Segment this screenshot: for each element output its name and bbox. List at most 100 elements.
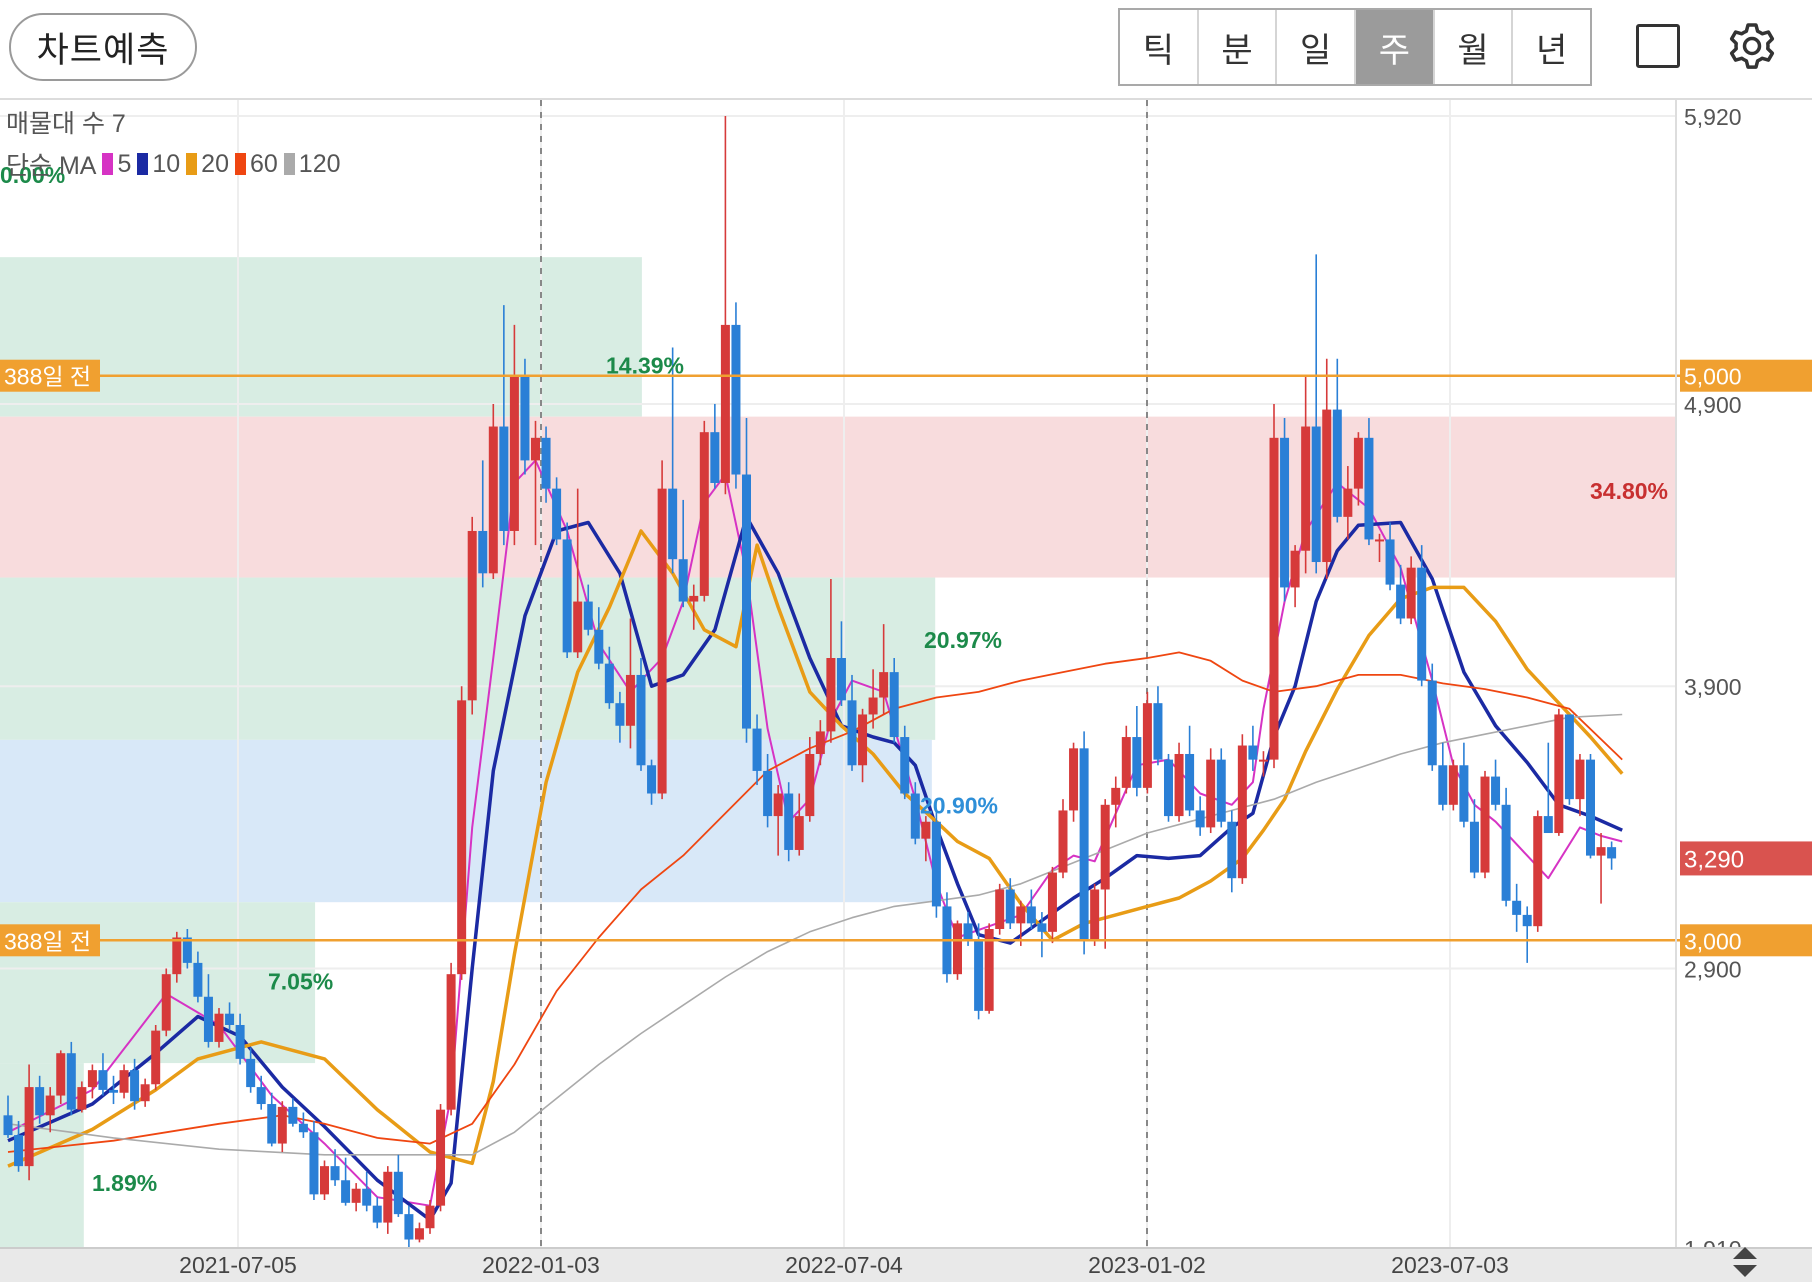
period-tab-3[interactable]: 주 bbox=[1356, 10, 1435, 84]
candle-body-115 bbox=[1216, 759, 1226, 822]
candle-body-134 bbox=[1417, 567, 1427, 681]
candle-body-29 bbox=[309, 1132, 319, 1195]
zone-pct-5: 1.89% bbox=[92, 1170, 157, 1196]
candle-body-57 bbox=[604, 663, 614, 704]
candle-body-40 bbox=[425, 1205, 435, 1229]
candle-body-32 bbox=[341, 1180, 351, 1203]
candle-body-123 bbox=[1301, 426, 1311, 551]
candle-body-75 bbox=[794, 816, 804, 850]
candle-body-59 bbox=[625, 674, 635, 726]
candle-body-36 bbox=[383, 1171, 393, 1223]
zone-pct-4: 7.05% bbox=[268, 968, 333, 994]
candle-body-132 bbox=[1396, 584, 1406, 619]
candle-body-108 bbox=[1142, 703, 1152, 788]
candle-body-142 bbox=[1501, 804, 1511, 901]
candle-body-102 bbox=[1079, 748, 1089, 941]
candle-body-52 bbox=[552, 488, 562, 540]
candle-body-107 bbox=[1132, 737, 1142, 788]
x-tick-2: 2022-07-04 bbox=[785, 1252, 903, 1278]
candle-body-85 bbox=[900, 737, 910, 794]
candlestick-chart[interactable]: 388일 전 5,000 388일 전 3,000 14.39% 34.80% 20.97%… bbox=[0, 100, 1812, 1282]
candle-body-80 bbox=[847, 700, 857, 766]
ma-period-20: 20 bbox=[201, 149, 229, 178]
period-tab-5[interactable]: 년 bbox=[1513, 10, 1590, 84]
candle-body-37 bbox=[393, 1171, 403, 1215]
period-tab-1[interactable]: 분 bbox=[1199, 10, 1278, 84]
candle-body-18 bbox=[193, 962, 203, 997]
candle-body-51 bbox=[541, 437, 551, 489]
x-tick-4: 2023-07-03 bbox=[1391, 1252, 1509, 1278]
candle-body-31 bbox=[330, 1166, 340, 1181]
candle-body-141 bbox=[1491, 776, 1501, 805]
candle-body-66 bbox=[699, 432, 709, 596]
candle-body-12 bbox=[130, 1070, 140, 1102]
candle-body-100 bbox=[1058, 810, 1068, 873]
candle-body-131 bbox=[1385, 539, 1395, 585]
period-tab-4[interactable]: 월 bbox=[1435, 10, 1514, 84]
gear-icon[interactable] bbox=[1724, 18, 1780, 74]
scroll-arrows-icon[interactable] bbox=[1730, 1245, 1760, 1279]
candle-body-88 bbox=[931, 821, 941, 907]
candle-body-23 bbox=[246, 1058, 256, 1088]
candle-body-15 bbox=[161, 974, 171, 1031]
candle-body-63 bbox=[668, 488, 678, 560]
x-tick-1: 2022-01-03 bbox=[482, 1252, 600, 1278]
ma-period-60: 60 bbox=[249, 149, 278, 178]
candle-body-60 bbox=[636, 674, 646, 766]
volume-zone-0 bbox=[0, 257, 642, 417]
price-line-value-1: 3,000 bbox=[1684, 928, 1742, 954]
candle-body-83 bbox=[879, 672, 889, 698]
candle-body-135 bbox=[1427, 680, 1437, 766]
candle-body-119 bbox=[1258, 759, 1268, 762]
candle-body-35 bbox=[372, 1205, 382, 1223]
candle-body-38 bbox=[404, 1214, 414, 1240]
fullscreen-square-icon[interactable] bbox=[1636, 24, 1680, 68]
candle-body-33 bbox=[351, 1188, 361, 1203]
zone-pct-2: 20.97% bbox=[924, 627, 1002, 653]
candle-body-39 bbox=[414, 1228, 424, 1240]
candle-body-67 bbox=[710, 432, 720, 483]
candle-body-16 bbox=[172, 937, 182, 975]
ma-swatch-120 bbox=[283, 153, 295, 175]
candle-body-97 bbox=[1026, 906, 1036, 924]
candle-body-96 bbox=[1016, 906, 1026, 924]
y-tick-2: 3,900 bbox=[1684, 674, 1742, 700]
candle-body-126 bbox=[1332, 409, 1342, 517]
x-tick-3: 2023-01-02 bbox=[1088, 1252, 1206, 1278]
candle-body-30 bbox=[320, 1166, 329, 1195]
candle-body-147 bbox=[1554, 714, 1564, 834]
candle-body-7 bbox=[77, 1087, 87, 1110]
candle-body-69 bbox=[731, 324, 741, 475]
candle-body-73 bbox=[773, 793, 783, 817]
candle-body-140 bbox=[1480, 776, 1490, 873]
candle-body-54 bbox=[573, 601, 583, 653]
x-tick-0: 2021-07-05 bbox=[179, 1252, 297, 1278]
candle-body-84 bbox=[889, 672, 899, 738]
candle-body-61 bbox=[647, 765, 657, 794]
candle-body-94 bbox=[995, 889, 1005, 930]
ma-swatch-10 bbox=[137, 153, 149, 175]
volume-profile-label: 매물대 수 7 bbox=[6, 110, 126, 138]
candle-body-116 bbox=[1227, 821, 1237, 879]
candle-body-98 bbox=[1037, 923, 1047, 932]
candle-body-95 bbox=[1005, 889, 1015, 924]
period-tab-0[interactable]: 틱 bbox=[1120, 10, 1199, 84]
candle-body-137 bbox=[1448, 765, 1458, 805]
chart-predict-button[interactable]: 차트예측 bbox=[9, 13, 197, 81]
candle-body-139 bbox=[1469, 821, 1479, 873]
candle-body-9 bbox=[98, 1070, 108, 1090]
candle-body-56 bbox=[594, 629, 604, 664]
candle-body-53 bbox=[562, 539, 572, 653]
candle-body-125 bbox=[1322, 409, 1332, 563]
candle-body-74 bbox=[784, 793, 794, 850]
ma-legend[interactable]: 단순 MA 5 10 20 60 120 bbox=[6, 146, 341, 182]
candle-body-77 bbox=[815, 731, 825, 754]
candle-body-49 bbox=[520, 375, 530, 461]
candle-body-55 bbox=[583, 601, 593, 630]
candle-body-50 bbox=[531, 437, 540, 461]
zone-pct-0: 14.39% bbox=[606, 353, 684, 379]
candle-body-133 bbox=[1406, 567, 1416, 619]
candle-body-114 bbox=[1206, 759, 1216, 828]
period-tab-2[interactable]: 일 bbox=[1277, 10, 1357, 84]
candle-body-106 bbox=[1121, 737, 1131, 788]
